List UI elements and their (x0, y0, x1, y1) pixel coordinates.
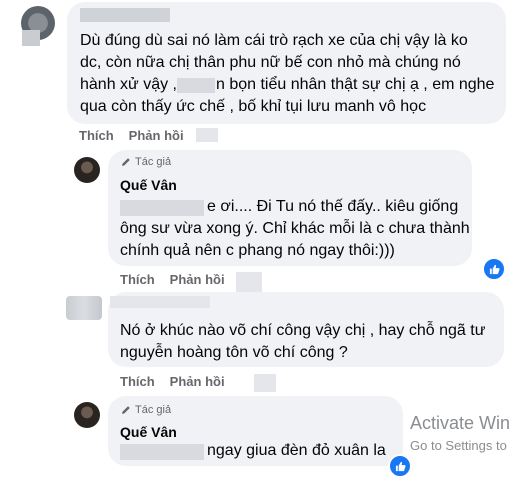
author-avatar[interactable] (74, 157, 100, 183)
comment-actions: Thích Phản hồi (79, 128, 184, 143)
thumbs-up-icon (395, 461, 406, 471)
like-link[interactable]: Thích (79, 128, 114, 143)
comment-text-line: nguyễn hoàng tôn võ chí công ? (120, 344, 348, 361)
blurred-timestamp (196, 128, 218, 142)
reply-link[interactable]: Phản hồi (170, 374, 225, 389)
author-name[interactable]: Quế Vân (120, 424, 177, 440)
comment-text-line: ngay giua đèn đỏ xuân la (207, 442, 386, 459)
author-tag: Tác giả (120, 404, 171, 416)
author-tag-label: Tác giả (135, 404, 172, 416)
thumbs-up-icon (489, 264, 500, 274)
author-tag-label: Tác giả (135, 156, 172, 168)
comment-text-line: e ơi.... Đi Tu nó thế đấy.. kiêu giống (207, 198, 459, 215)
like-link[interactable]: Thích (120, 374, 155, 389)
reply-link[interactable]: Phản hồi (129, 128, 184, 143)
like-reaction-badge[interactable] (482, 257, 506, 281)
author-tag: Tác giả (120, 156, 171, 168)
blurred-timestamp (254, 374, 276, 392)
blurred-mention (120, 444, 204, 460)
comment-text-line: qua còn thấy ức chế , bố khỉ tụi lưu man… (80, 98, 427, 115)
comment-text-line: ông sư vừa xong ý. Chỉ khác mỗi là c chư… (120, 220, 470, 237)
pencil-icon (122, 406, 130, 414)
reply-link[interactable]: Phản hồi (170, 272, 225, 287)
blurred-avatar-region (22, 30, 40, 46)
like-reaction-badge[interactable] (388, 454, 412, 478)
pencil-icon (122, 158, 130, 166)
comment-text-line: Dù đúng dù sai nó làm cái trò rạch xe củ… (80, 32, 468, 49)
comment-actions: Thích Phản hồi (120, 374, 225, 389)
blurred-timestamp (236, 272, 262, 294)
blurred-text (177, 78, 215, 93)
comment-text-line: chính quả nên c phang nó ngay thôi:))) (120, 242, 395, 259)
activate-windows-subtitle: Go to Settings to (410, 438, 507, 453)
commenter-avatar[interactable] (66, 296, 102, 320)
like-link[interactable]: Thích (120, 272, 155, 287)
activate-windows-title: Activate Win (410, 413, 511, 433)
author-avatar[interactable] (74, 402, 100, 428)
comment-text-line: n bọn tiểu nhân thật sự chị ạ , em nghe (216, 76, 495, 93)
blurred-commenter-name (80, 8, 170, 22)
comment-actions: Thích Phản hồi (120, 272, 225, 287)
comment-text-line: dc, còn nữa chị thân phu nữ bế con nhỏ m… (80, 54, 461, 71)
author-name[interactable]: Quế Vân (120, 177, 177, 193)
comment-text-line: hành xử vậy , (80, 76, 177, 93)
blurred-mention (120, 200, 204, 216)
blurred-commenter-name (110, 296, 210, 308)
comment-text-line: Nó ở khúc nào võ chí công vậy chị , hay … (120, 322, 486, 339)
